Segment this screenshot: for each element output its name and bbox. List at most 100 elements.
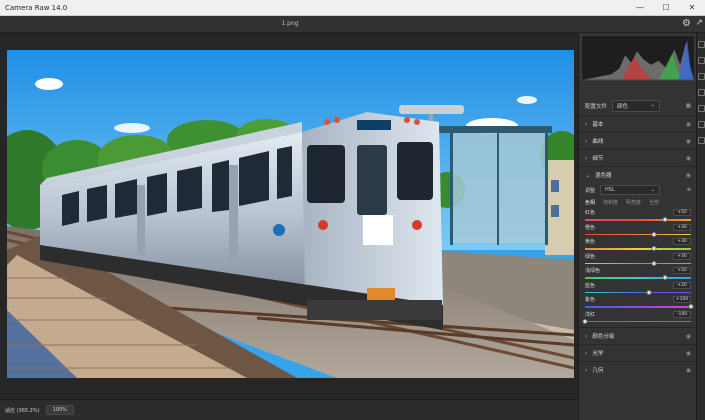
slider-track[interactable] (585, 233, 691, 235)
slider-track[interactable] (585, 291, 691, 293)
slider-thumb[interactable] (582, 318, 588, 324)
minimize-icon[interactable]: — (627, 0, 653, 16)
chevron-down-icon: ⌄ (650, 187, 656, 193)
profile-browser-icon[interactable]: ▦ (686, 103, 691, 109)
section-basic[interactable]: › 基本 ◉ (579, 115, 697, 132)
section-label: 混色器 (595, 173, 612, 179)
hsl-tabs: 色相 饱和度 明亮度 全部 (579, 197, 697, 208)
maximize-icon[interactable]: ☐ (653, 0, 679, 16)
close-icon[interactable]: ✕ (679, 0, 705, 16)
profile-label: 配置文件 (585, 104, 608, 110)
image-canvas[interactable] (0, 33, 578, 399)
slider-thumb[interactable] (662, 217, 667, 222)
slider-label: 绿色 (585, 253, 596, 260)
hsl-slider[interactable]: 蓝色 +20 (585, 281, 691, 296)
slider-track[interactable] (585, 306, 691, 308)
eye-icon[interactable]: ◉ (686, 155, 691, 162)
more-tool-icon[interactable] (698, 137, 705, 144)
crop-tool-icon[interactable] (698, 57, 705, 64)
slider-value-field[interactable]: +50 (673, 209, 691, 216)
hsl-slider[interactable]: 绿色 +30 (585, 252, 691, 267)
hsl-slider[interactable]: 橙色 +30 (585, 223, 691, 238)
slider-value-field[interactable]: +30 (673, 238, 691, 245)
section-optics[interactable]: › 光学 ◉ (579, 344, 697, 361)
eye-icon[interactable]: ◉ (686, 121, 691, 128)
slider-thumb[interactable] (646, 289, 652, 295)
slider-label: 红色 (585, 210, 596, 216)
slider-value-field[interactable]: +100 (673, 296, 691, 303)
slider-track[interactable] (585, 277, 691, 279)
section-curve[interactable]: › 曲线 ◉ (579, 132, 697, 149)
target-adjust-icon[interactable]: ⊕ (687, 187, 691, 193)
slider-value-field[interactable]: +30 (673, 223, 691, 231)
hsl-slider[interactable]: 洋红 -100 (582, 310, 691, 325)
hsl-adjust-row: 调整 HSL ⌄ ⊕ (579, 184, 697, 196)
tab-saturation[interactable]: 饱和度 (603, 199, 618, 206)
file-name: 1.png (281, 20, 299, 27)
eye-icon[interactable]: ◉ (686, 138, 691, 145)
eye-icon[interactable]: ◉ (686, 333, 691, 340)
gear-icon[interactable]: ⚙ (682, 18, 691, 29)
histogram-graph (582, 39, 694, 80)
section-detail[interactable]: › 细节 ◉ (579, 149, 697, 166)
slider-value-field[interactable]: +30 (673, 252, 691, 260)
slider-value-field[interactable]: +20 (673, 281, 691, 289)
edit-panel: 配置文件 颜色 ⌄ ▦ › 基本 ◉ › 曲线 ◉ › 细节 ◉ ⌄ 混色器 ◉ … (578, 33, 697, 420)
photo-preview (7, 50, 574, 378)
hsl-adjust-select[interactable]: HSL ⌄ (600, 185, 661, 195)
window-titlebar: Camera Raw 14.0 — ☐ ✕ (0, 0, 705, 16)
slider-thumb[interactable] (688, 304, 694, 309)
window-controls: — ☐ ✕ (627, 0, 705, 16)
expand-icon[interactable]: ↗ (695, 18, 703, 28)
slider-thumb[interactable] (651, 231, 657, 237)
slider-label: 紫色 (585, 297, 596, 303)
profile-select[interactable]: 颜色 ⌄ (612, 100, 661, 112)
mask-tool-icon[interactable] (698, 89, 705, 96)
slider-label: 蓝色 (585, 282, 596, 289)
slider-thumb[interactable] (651, 260, 657, 266)
redeye-tool-icon[interactable] (698, 105, 705, 112)
section-label: 基本 (592, 122, 604, 128)
zoom-select[interactable]: 100% (45, 405, 74, 415)
slider-thumb[interactable] (651, 246, 657, 251)
window-title: Camera Raw 14.0 (5, 3, 68, 12)
section-geometry[interactable]: › 几何 ◉ (579, 361, 697, 378)
slider-track[interactable] (585, 248, 691, 250)
slider-value-field[interactable]: -100 (673, 310, 691, 318)
eye-icon[interactable]: ◉ (686, 350, 691, 357)
train-photo-illustration (7, 50, 574, 378)
tab-luminance[interactable]: 明亮度 (626, 199, 641, 206)
hsl-slider[interactable]: 浅绿色 +50 (585, 267, 691, 281)
slider-track[interactable] (585, 219, 691, 221)
slider-label: 浅绿色 (585, 268, 601, 274)
eye-icon[interactable]: ◉ (686, 172, 691, 179)
section-color-grading[interactable]: › 颜色分级 ◉ (579, 327, 697, 344)
slider-label: 黄色 (585, 239, 596, 245)
hsl-slider[interactable]: 红色 +50 (585, 209, 691, 223)
eye-icon[interactable]: ◉ (686, 367, 691, 374)
section-label: 细节 (592, 156, 604, 162)
tool-rail (696, 33, 705, 420)
chevron-right-icon: › (585, 154, 588, 162)
chevron-right-icon: › (585, 349, 588, 357)
chevron-right-icon: › (585, 366, 588, 374)
chevron-right-icon: › (585, 137, 588, 145)
section-label: 曲线 (592, 139, 604, 145)
heal-tool-icon[interactable] (698, 73, 705, 80)
edit-tool-icon[interactable] (698, 41, 705, 48)
status-bar: 适应 (365.2%) 100% (0, 399, 578, 420)
presets-tool-icon[interactable] (698, 121, 705, 128)
chevron-down-icon: ⌄ (585, 171, 591, 179)
slider-thumb[interactable] (662, 275, 667, 280)
slider-track[interactable] (585, 262, 691, 264)
section-color-mixer[interactable]: ⌄ 混色器 ◉ (579, 166, 697, 183)
hsl-slider[interactable]: 紫色 +100 (585, 296, 694, 310)
slider-track[interactable] (585, 320, 691, 322)
tab-all[interactable]: 全部 (649, 199, 659, 206)
slider-value-field[interactable]: +50 (673, 267, 691, 274)
hsl-adjust-label: 调整 (585, 187, 596, 194)
tab-hue[interactable]: 色相 (585, 199, 595, 206)
fit-label[interactable]: 适应 (365.2%) (5, 407, 40, 414)
hsl-slider[interactable]: 黄色 +30 (585, 238, 691, 252)
chevron-down-icon: ⌄ (650, 102, 656, 108)
